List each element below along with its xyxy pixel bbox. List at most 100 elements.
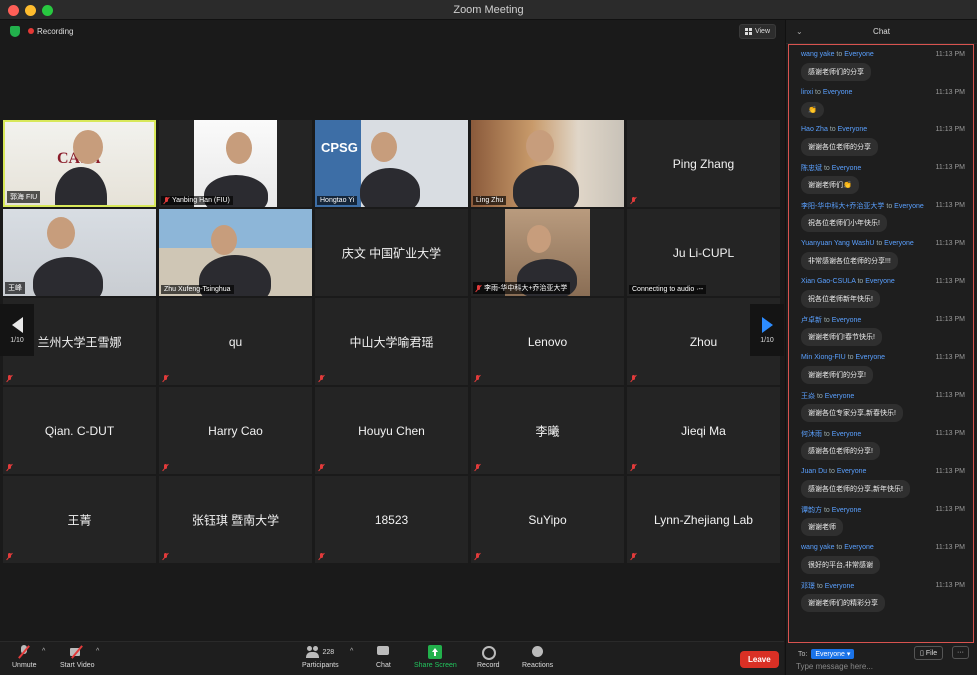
mic-muted-icon xyxy=(476,284,482,292)
chat-target[interactable]: Everyone xyxy=(832,431,862,438)
chat-sender[interactable]: 李阳-华中科大+乔治亚大学 xyxy=(801,203,884,210)
recording-dot-icon xyxy=(28,28,34,34)
chat-target[interactable]: Everyone xyxy=(832,507,862,514)
unmute-label: Unmute xyxy=(12,662,37,669)
close-window-button[interactable] xyxy=(8,5,19,16)
chat-target[interactable]: Everyone xyxy=(855,354,885,361)
record-icon xyxy=(481,645,497,660)
chat-sender[interactable]: 卢卓新 xyxy=(801,317,822,324)
participant-tile[interactable]: 王菁 xyxy=(3,476,156,563)
participant-label: Hongtao Yi xyxy=(317,196,358,205)
chevron-down-icon[interactable]: ⌄ xyxy=(796,27,803,36)
reactions-button[interactable]: Reactions xyxy=(522,645,553,669)
zoom-window-button[interactable] xyxy=(42,5,53,16)
record-button[interactable]: Record xyxy=(477,645,500,669)
video-options-chevron-icon[interactable]: ^ xyxy=(96,648,99,655)
participant-tile[interactable]: Lynn-Zhejiang Lab xyxy=(627,476,780,563)
chat-message-text: 非常感谢各位老师的分享!!! xyxy=(801,252,898,270)
participant-head xyxy=(211,225,237,255)
chat-message-header: 邓璟 to Everyone 11:13 PM xyxy=(801,579,969,592)
mic-muted-icon xyxy=(475,464,481,471)
chat-sender[interactable]: wang yake xyxy=(801,544,834,551)
participant-tile[interactable]: Lenovo xyxy=(471,298,624,385)
chat-message: 卢卓新 to Everyone 11:13 PM 谢谢老师们!春节快乐! xyxy=(801,313,969,351)
recipient-dropdown[interactable]: Everyone ▾ xyxy=(811,649,855,659)
participants-options-chevron-icon[interactable]: ^ xyxy=(350,648,353,655)
participant-tile[interactable]: Ju Li-CUPL Connecting to audio ·-- xyxy=(627,209,780,296)
chat-target[interactable]: Everyone xyxy=(865,278,895,285)
chat-message: 王焱 to Everyone 11:13 PM 谢谢各位专家分享,新春快乐! xyxy=(801,389,969,427)
start-video-button[interactable]: Start Video xyxy=(60,645,95,669)
participant-tile[interactable]: qu xyxy=(159,298,312,385)
participant-head xyxy=(526,130,554,162)
chat-to-word: to xyxy=(815,89,821,96)
chat-message-text: 谢谢老师 xyxy=(801,518,843,536)
chat-sender[interactable]: Hao Zha xyxy=(801,126,828,133)
chat-message-header: 李阳-华中科大+乔治亚大学 to Everyone 11:13 PM xyxy=(801,199,969,212)
participant-tile[interactable]: Houyu Chen xyxy=(315,387,468,474)
file-button[interactable]: ▯ File xyxy=(914,646,944,660)
chat-sender[interactable]: Juan Du xyxy=(801,468,827,475)
chat-button[interactable]: Chat xyxy=(376,645,391,669)
chat-sender[interactable]: linxi xyxy=(801,89,813,96)
participant-tile[interactable]: 中山大学喻君瑶 xyxy=(315,298,468,385)
next-page-button[interactable]: 1/10 xyxy=(750,304,784,356)
chat-sender[interactable]: 陈忠斌 xyxy=(801,165,822,172)
chat-target[interactable]: Everyone xyxy=(825,583,855,590)
chat-target[interactable]: Everyone xyxy=(844,544,874,551)
chat-target[interactable]: Everyone xyxy=(823,89,853,96)
chat-sender[interactable]: Yuanyuan Yang WashU xyxy=(801,240,874,247)
participant-tile[interactable]: 王峰 xyxy=(3,209,156,296)
chat-target[interactable]: Everyone xyxy=(884,240,914,247)
participant-tile[interactable]: 李曦 xyxy=(471,387,624,474)
participant-tile[interactable]: SuYipo xyxy=(471,476,624,563)
chat-sender[interactable]: Xian Gao-CSULA xyxy=(801,278,855,285)
to-label: To: xyxy=(798,650,808,658)
chat-sender[interactable]: 谭韵方 xyxy=(801,507,822,514)
previous-page-button[interactable]: 1/10 xyxy=(0,304,34,356)
view-button[interactable]: View xyxy=(738,24,776,39)
participant-tile[interactable]: 18523 xyxy=(315,476,468,563)
participant-figure xyxy=(33,257,103,296)
chat-sender[interactable]: Min Xiong-FIU xyxy=(801,354,846,361)
chat-target[interactable]: Everyone xyxy=(832,317,862,324)
share-screen-button[interactable]: Share Screen xyxy=(414,645,457,669)
participants-button[interactable]: 228 Participants xyxy=(302,645,339,669)
chat-sender[interactable]: 王焱 xyxy=(801,393,815,400)
chat-message-input[interactable] xyxy=(796,662,966,671)
mic-muted-icon xyxy=(7,553,13,560)
minimize-window-button[interactable] xyxy=(25,5,36,16)
participant-tile[interactable]: Ping Zhang xyxy=(627,120,780,207)
chat-target[interactable]: Everyone xyxy=(838,126,868,133)
unmute-button[interactable]: Unmute xyxy=(12,645,37,669)
chat-message-list[interactable]: wang yake to Everyone 11:13 PM 感谢老师们的分享 lin… xyxy=(788,44,974,643)
participant-tile[interactable]: Jieqi Ma xyxy=(627,387,780,474)
participant-tile[interactable]: CASA郭海 FIU xyxy=(3,120,156,207)
participant-tile[interactable]: Harry Cao xyxy=(159,387,312,474)
mic-muted-icon xyxy=(164,197,170,204)
chat-target[interactable]: Everyone xyxy=(837,468,867,475)
chat-sender[interactable]: wang yake xyxy=(801,51,834,58)
audio-options-chevron-icon[interactable]: ^ xyxy=(42,648,45,655)
participant-tile[interactable]: 庆文 中国矿业大学 xyxy=(315,209,468,296)
chat-target[interactable]: Everyone xyxy=(894,203,924,210)
participant-tile[interactable]: 张钰琪 暨南大学 xyxy=(159,476,312,563)
participant-tile[interactable]: CPSG Hongtao Yi xyxy=(315,120,468,207)
chat-sender[interactable]: 何沐雨 xyxy=(801,431,822,438)
chat-target[interactable]: Everyone xyxy=(825,393,855,400)
participant-tile[interactable]: Yanbing Han (FIU) xyxy=(159,120,312,207)
participant-tile[interactable]: Ling Zhu xyxy=(471,120,624,207)
participant-tile[interactable]: 李雨-华中科大+乔治亚大学 xyxy=(471,209,624,296)
chat-target[interactable]: Everyone xyxy=(844,51,874,58)
more-options-button[interactable]: ··· xyxy=(952,646,969,659)
participant-tile[interactable]: Qian. C-DUT xyxy=(3,387,156,474)
participant-figure xyxy=(360,168,420,207)
chat-sender[interactable]: 邓璟 xyxy=(801,583,815,590)
leave-button[interactable]: Leave xyxy=(740,651,779,668)
chat-message-text: 祝各位老师们小年快乐! xyxy=(801,214,887,232)
chat-target[interactable]: Everyone xyxy=(832,165,862,172)
share-screen-label: Share Screen xyxy=(414,662,457,669)
chat-message-header: Juan Du to Everyone 11:13 PM xyxy=(801,465,969,478)
participant-tile[interactable]: Zhu Xufeng-Tsinghua xyxy=(159,209,312,296)
shield-icon[interactable] xyxy=(10,26,20,37)
